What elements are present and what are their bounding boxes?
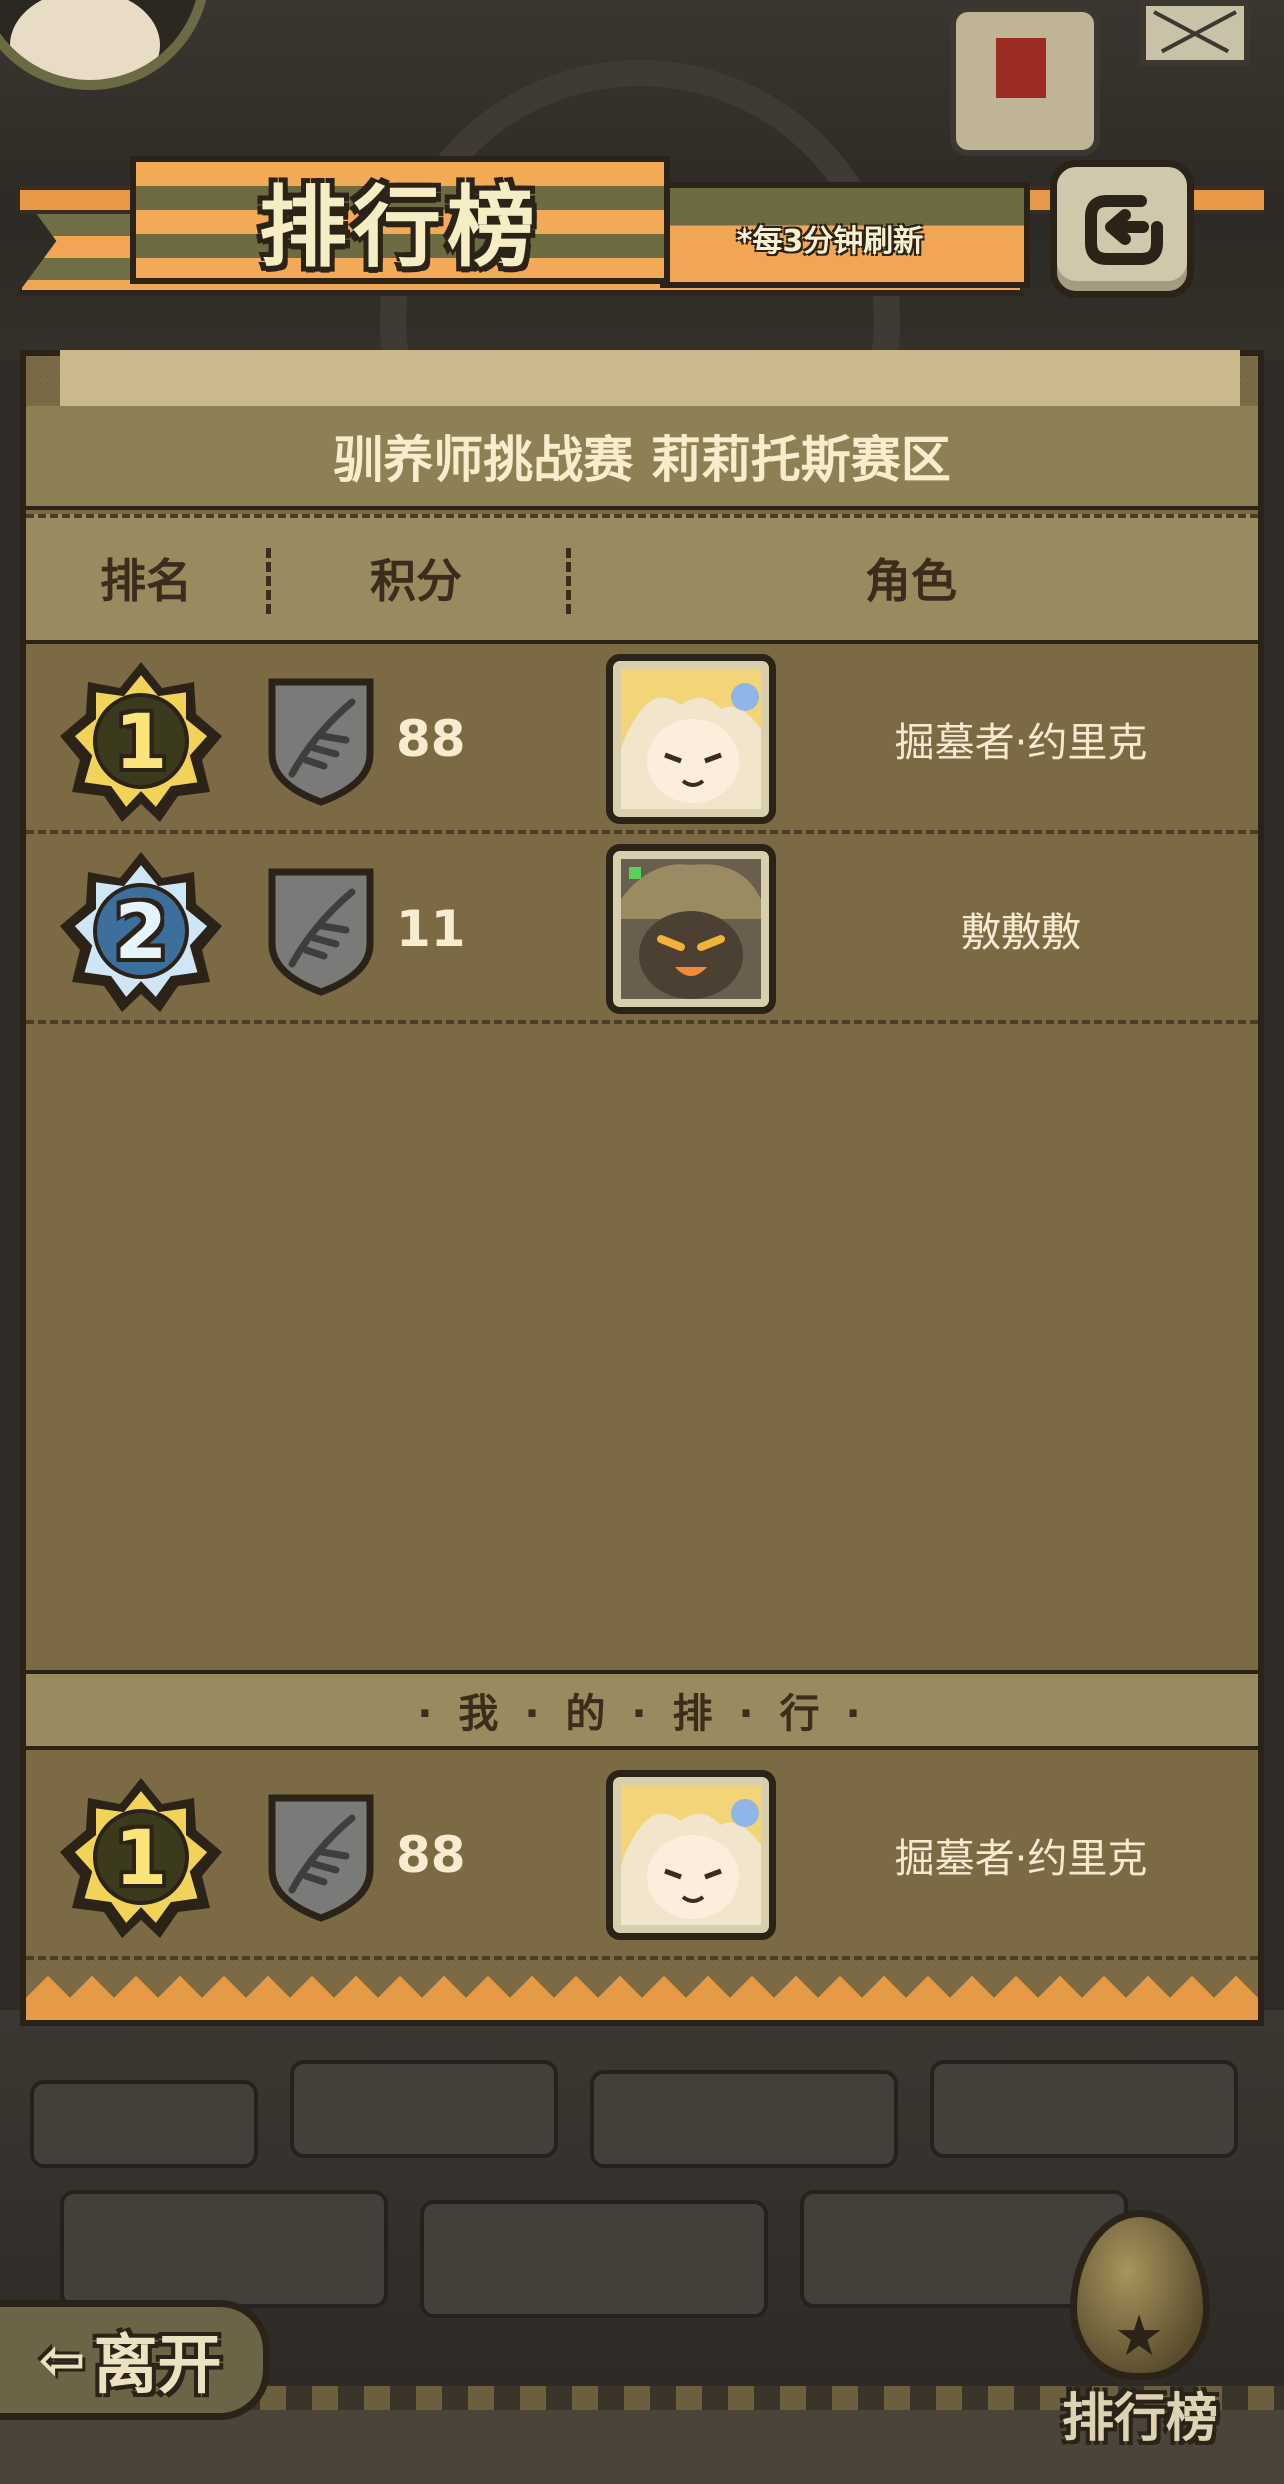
rank-number: 2 xyxy=(114,886,168,976)
season-title: 驯养师挑战赛 莉莉托斯赛区 xyxy=(26,406,1258,510)
character-portrait[interactable] xyxy=(606,654,776,824)
column-header: 排名 积分 角色 xyxy=(26,514,1258,644)
score-value: 88 xyxy=(396,1826,466,1884)
feather-shield-icon xyxy=(268,868,374,996)
column-rank: 排名 xyxy=(100,554,192,608)
back-icon xyxy=(1085,195,1163,265)
character-name: 掘墓者·约里克 xyxy=(894,720,1148,766)
refresh-note: *每3分钟刷新 xyxy=(736,224,924,259)
column-score: 积分 xyxy=(370,554,462,608)
map-scroll-icon xyxy=(950,6,1100,156)
feather-shield-icon xyxy=(268,1794,374,1922)
rank-number: 1 xyxy=(114,1812,168,1902)
ranking-row[interactable]: 2 11 敷敷敷 xyxy=(26,834,1258,1024)
character-name: 敷敷敷 xyxy=(961,910,1081,956)
rank-number: 1 xyxy=(114,696,168,786)
character-name: 掘墓者·约里克 xyxy=(894,1836,1148,1882)
blonde-character-avatar xyxy=(621,669,761,809)
character-portrait[interactable] xyxy=(606,1770,776,1940)
mail-icon[interactable] xyxy=(1140,0,1250,66)
my-rank-row[interactable]: 1 88 掘墓者·约里克 xyxy=(26,1760,1258,1960)
my-rank-header: · 我 · 的 · 排 · 行 · xyxy=(26,1670,1258,1750)
score-value: 11 xyxy=(396,900,466,958)
back-button[interactable] xyxy=(1050,160,1194,298)
left-arrow-icon: ⇦ xyxy=(38,2327,86,2393)
star-icon: ★ xyxy=(1114,2304,1165,2369)
leave-label: 离开 xyxy=(93,2329,222,2403)
leaderboard-button[interactable]: ★ 排行榜 xyxy=(1020,2200,1260,2460)
leaderboard-label: 排行榜 xyxy=(1061,2388,1218,2449)
ranking-row[interactable]: 1 88 掘墓者·约里克 xyxy=(26,644,1258,834)
score-value: 88 xyxy=(396,710,466,768)
leave-button[interactable]: ⇦ 离开 xyxy=(0,2300,270,2420)
panel-zigzag-border xyxy=(26,1976,1258,2026)
page-title: 排行榜 xyxy=(258,175,541,279)
character-portrait[interactable] xyxy=(606,844,776,1014)
blonde-character-avatar xyxy=(621,1785,761,1925)
dark-character-avatar xyxy=(621,859,761,999)
column-role: 角色 xyxy=(865,554,957,608)
feather-shield-icon xyxy=(268,678,374,806)
panel-map-strip xyxy=(60,350,1240,410)
